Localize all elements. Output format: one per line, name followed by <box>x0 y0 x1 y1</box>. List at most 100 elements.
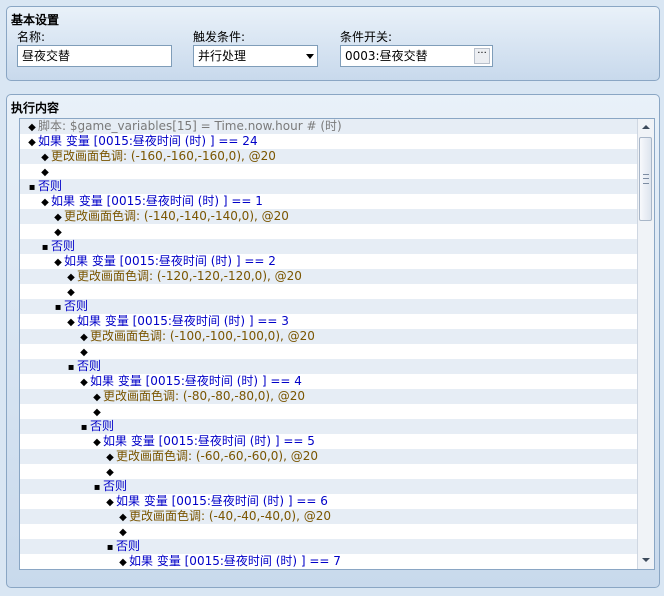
command-row[interactable]: ◆ 更改画面色调: (-80,-80,-80,0), @20 <box>20 389 637 404</box>
command-text: 更改画面色调: (-140,-140,-140,0), @20 <box>64 209 289 223</box>
command-row[interactable]: ◆ <box>20 344 637 359</box>
command-row[interactable]: ◆ 更改画面色调: (-60,-60,-60,0), @20 <box>20 449 637 464</box>
command-text: 更改画面色调: (-80,-80,-80,0), @20 <box>103 389 305 403</box>
diamond-bullet-icon: ◆ <box>106 467 114 478</box>
execution-content-title: 执行内容 <box>11 101 60 115</box>
diamond-bullet-icon: ◆ <box>28 137 36 148</box>
command-row[interactable]: ◆ 如果 变量 [0015:昼夜时间 (时) ] == 3 <box>20 314 637 329</box>
vertical-scrollbar[interactable] <box>637 119 654 569</box>
diamond-bullet-icon: ◆ <box>80 347 88 358</box>
execution-content-panel: 执行内容 ◆ 脚本: $game_variables[15] = Time.now… <box>6 94 660 588</box>
command-row[interactable]: ◆ 如果 变量 [0015:昼夜时间 (时) ] == 24 <box>20 134 637 149</box>
arrow-down-icon <box>642 558 650 562</box>
switch-value: 0003:昼夜交替 <box>345 49 428 63</box>
command-text: 如果 变量 [0015:昼夜时间 (时) ] == 7 <box>129 554 341 568</box>
diamond-bullet-icon: ◆ <box>54 212 62 223</box>
branch-marker-icon: ▪ <box>41 242 49 253</box>
command-text: 如果 变量 [0015:昼夜时间 (时) ] == 5 <box>103 434 315 448</box>
command-row[interactable]: ◆ 如果 变量 [0015:昼夜时间 (时) ] == 7 <box>20 554 637 569</box>
diamond-bullet-icon: ◆ <box>119 557 127 568</box>
command-text: 更改画面色调: (-120,-120,-120,0), @20 <box>77 269 302 283</box>
command-rows: ◆ 脚本: $game_variables[15] = Time.now.hour… <box>20 119 637 569</box>
diamond-bullet-icon: ◆ <box>93 407 101 418</box>
command-row[interactable]: ▪ 否则 <box>20 419 637 434</box>
command-row[interactable]: ◆ 如果 变量 [0015:昼夜时间 (时) ] == 5 <box>20 434 637 449</box>
branch-marker-icon: ▪ <box>28 182 36 193</box>
basic-settings-panel: 基本设置 名称: 昼夜交替 触发条件: 并行处理 条件开关: 0003:昼夜交替… <box>6 6 660 81</box>
command-row[interactable]: ▪ 否则 <box>20 359 637 374</box>
branch-marker-icon: ▪ <box>106 542 114 553</box>
diamond-bullet-icon: ◆ <box>93 437 101 448</box>
diamond-bullet-icon: ◆ <box>67 272 75 283</box>
branch-marker-icon: ▪ <box>67 362 75 373</box>
name-field[interactable]: 昼夜交替 <box>17 45 172 67</box>
command-text: 否则 <box>103 479 128 493</box>
switch-field[interactable]: 0003:昼夜交替 ··· <box>340 45 493 67</box>
command-row[interactable]: ◆ <box>20 284 637 299</box>
diamond-bullet-icon: ◆ <box>41 167 49 178</box>
diamond-bullet-icon: ◆ <box>41 197 49 208</box>
command-text: 否则 <box>116 539 141 553</box>
command-text: 否则 <box>90 419 115 433</box>
command-row[interactable]: ▪ 否则 <box>20 239 637 254</box>
command-row[interactable]: ◆ 更改画面色调: (-120,-120,-120,0), @20 <box>20 269 637 284</box>
command-row[interactable]: ▪ 否则 <box>20 299 637 314</box>
grip-icon <box>643 174 649 184</box>
event-command-list[interactable]: ◆ 脚本: $game_variables[15] = Time.now.hour… <box>19 118 655 570</box>
command-text: 如果 变量 [0015:昼夜时间 (时) ] == 4 <box>90 374 302 388</box>
command-row[interactable]: ◆ 脚本: $game_variables[15] = Time.now.hour… <box>20 119 637 134</box>
command-text: 如果 变量 [0015:昼夜时间 (时) ] == 6 <box>116 494 328 508</box>
command-row[interactable]: ◆ <box>20 164 637 179</box>
command-text: 否则 <box>64 299 89 313</box>
command-row[interactable]: ◆ 更改画面色调: (-160,-160,-160,0), @20 <box>20 149 637 164</box>
branch-marker-icon: ▪ <box>54 302 62 313</box>
scroll-down-button[interactable] <box>638 552 654 569</box>
ellipsis-icon[interactable]: ··· <box>474 48 490 64</box>
command-text: 如果 变量 [0015:昼夜时间 (时) ] == 2 <box>64 254 276 268</box>
diamond-bullet-icon: ◆ <box>119 512 127 523</box>
command-row[interactable]: ◆ <box>20 524 637 539</box>
name-label: 名称: <box>17 30 46 44</box>
diamond-bullet-icon: ◆ <box>106 497 114 508</box>
command-row[interactable]: ◆ 更改画面色调: (-40,-40,-40,0), @20 <box>20 509 637 524</box>
diamond-bullet-icon: ◆ <box>28 122 36 133</box>
command-text: 脚本: $game_variables[15] = Time.now.hour … <box>38 119 342 133</box>
command-text: 否则 <box>77 359 102 373</box>
command-row[interactable]: ◆ 更改画面色调: (-140,-140,-140,0), @20 <box>20 209 637 224</box>
command-row[interactable]: ▪ 否则 <box>20 179 637 194</box>
command-text: 否则 <box>38 179 63 193</box>
scroll-up-button[interactable] <box>638 119 654 136</box>
switch-label: 条件开关: <box>340 30 393 44</box>
diamond-bullet-icon: ◆ <box>80 377 88 388</box>
command-row[interactable]: ◆ <box>20 404 637 419</box>
command-text: 更改画面色调: (-60,-60,-60,0), @20 <box>116 449 318 463</box>
diamond-bullet-icon: ◆ <box>106 452 114 463</box>
command-text: 如果 变量 [0015:昼夜时间 (时) ] == 1 <box>51 194 263 208</box>
command-text: 更改画面色调: (-160,-160,-160,0), @20 <box>51 149 276 163</box>
command-row[interactable]: ▪ 否则 <box>20 539 637 554</box>
command-row[interactable]: ◆ 如果 变量 [0015:昼夜时间 (时) ] == 2 <box>20 254 637 269</box>
diamond-bullet-icon: ◆ <box>119 527 127 538</box>
branch-marker-icon: ▪ <box>93 482 101 493</box>
diamond-bullet-icon: ◆ <box>67 287 75 298</box>
trigger-select[interactable]: 并行处理 <box>193 45 318 67</box>
command-row[interactable]: ◆ 如果 变量 [0015:昼夜时间 (时) ] == 4 <box>20 374 637 389</box>
diamond-bullet-icon: ◆ <box>41 152 49 163</box>
command-row[interactable]: ◆ <box>20 224 637 239</box>
command-row[interactable]: ◆ <box>20 464 637 479</box>
command-row[interactable]: ◆ 更改画面色调: (-100,-100,-100,0), @20 <box>20 329 637 344</box>
command-row[interactable]: ▪ 否则 <box>20 479 637 494</box>
scrollbar-thumb[interactable] <box>639 137 652 221</box>
diamond-bullet-icon: ◆ <box>80 332 88 343</box>
command-text: 更改画面色调: (-100,-100,-100,0), @20 <box>90 329 315 343</box>
command-text: 如果 变量 [0015:昼夜时间 (时) ] == 24 <box>38 134 258 148</box>
basic-settings-title: 基本设置 <box>11 13 60 27</box>
trigger-label: 触发条件: <box>193 30 246 44</box>
command-text: 如果 变量 [0015:昼夜时间 (时) ] == 3 <box>77 314 289 328</box>
command-row[interactable]: ◆ 如果 变量 [0015:昼夜时间 (时) ] == 6 <box>20 494 637 509</box>
diamond-bullet-icon: ◆ <box>54 227 62 238</box>
name-value: 昼夜交替 <box>22 49 71 63</box>
command-row[interactable]: ◆ 如果 变量 [0015:昼夜时间 (时) ] == 1 <box>20 194 637 209</box>
diamond-bullet-icon: ◆ <box>54 257 62 268</box>
arrow-up-icon <box>642 125 650 129</box>
